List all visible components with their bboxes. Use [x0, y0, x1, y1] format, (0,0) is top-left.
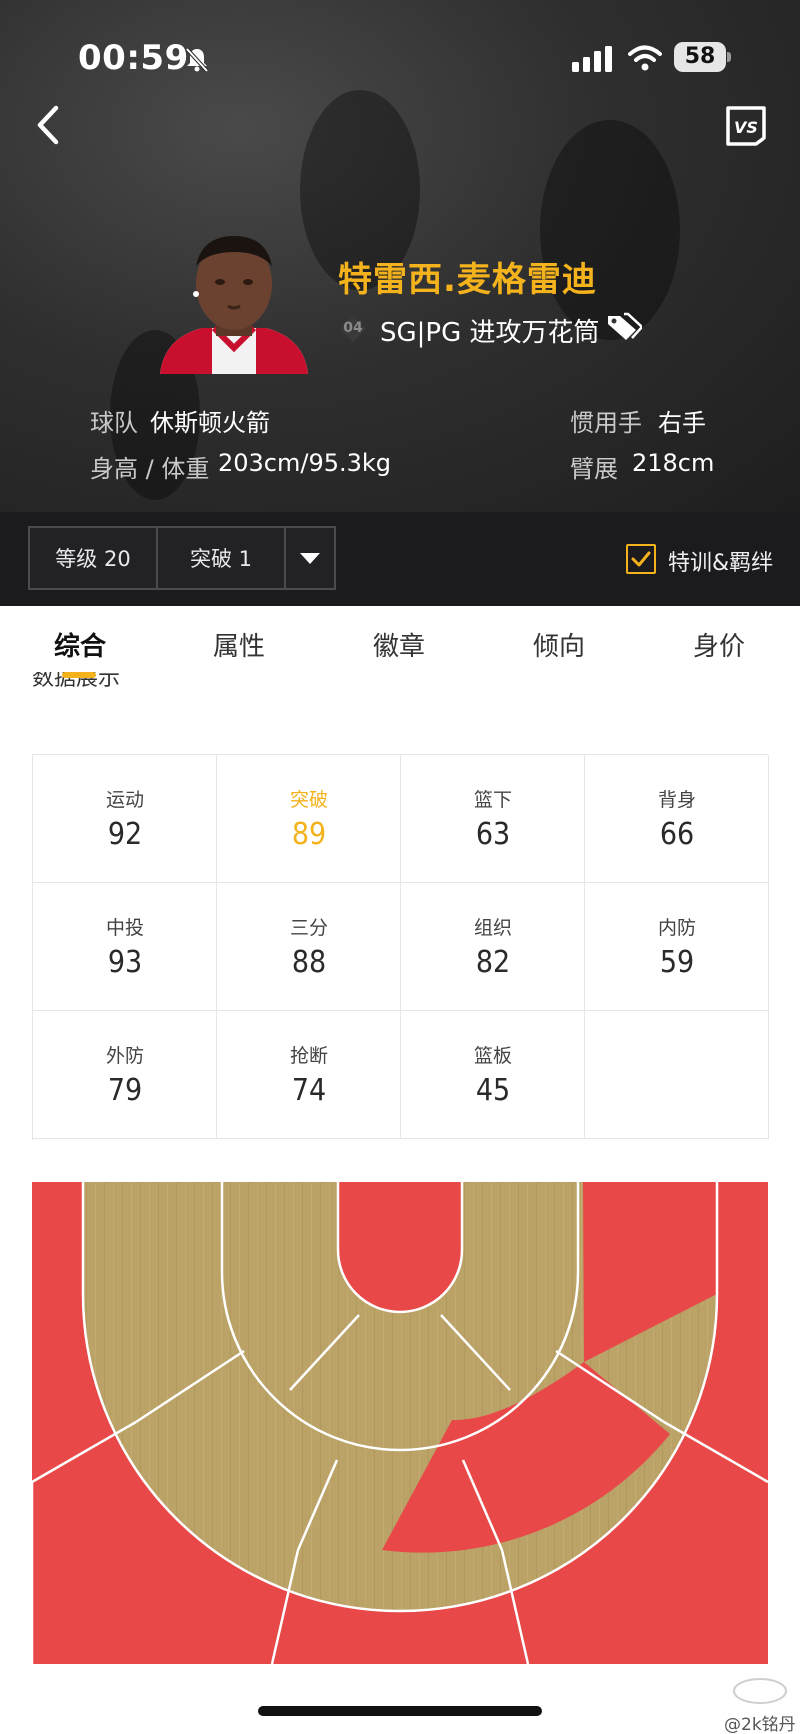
- stat-cell: 中投 93: [33, 883, 217, 1011]
- stat-label: 组织: [473, 917, 512, 939]
- watermark: @2k铭丹: [724, 1715, 796, 1734]
- cellular-signal-icon: [572, 46, 612, 72]
- stat-value: 88: [291, 945, 327, 980]
- checkmark-icon: [631, 551, 651, 567]
- wingspan-label: 臂展: [570, 455, 618, 483]
- active-tab-indicator: [62, 672, 96, 678]
- attribute-grid: 运动 92 突破 89 篮下 63 背身 66 中投 93 三分 88 组织 8…: [32, 754, 769, 1140]
- training-checkbox[interactable]: [626, 544, 656, 574]
- stat-cell: 突破 89: [217, 755, 401, 883]
- stat-value: 66: [659, 817, 695, 852]
- jersey-number: 04: [343, 320, 363, 336]
- stat-cell: 篮板 45: [401, 1011, 585, 1139]
- tag-icon[interactable]: [606, 312, 642, 342]
- height-weight-value: 203cm/95.3kg: [218, 449, 392, 477]
- stat-value: 93: [107, 945, 143, 980]
- silent-bell-icon: [185, 47, 209, 73]
- stat-cell: 外防 79: [33, 1011, 217, 1139]
- team-label: 球队: [90, 409, 138, 437]
- player-avatar: [160, 236, 308, 374]
- stat-cell: 篮下 63: [401, 755, 585, 883]
- battery-indicator: 58: [674, 42, 732, 72]
- stat-value: 92: [107, 817, 143, 852]
- status-bar: 00:59 58: [0, 0, 800, 110]
- court-zone-hot: [338, 1182, 462, 1312]
- stat-label: 外防: [105, 1045, 144, 1067]
- shot-zone-court: [32, 1182, 768, 1664]
- stat-value: 59: [659, 945, 695, 980]
- stat-cell-empty: [585, 1011, 769, 1139]
- stat-label: 中投: [105, 917, 144, 939]
- wifi-icon: [628, 45, 662, 71]
- home-indicator[interactable]: [258, 1706, 542, 1716]
- vs-icon[interactable]: VS: [724, 104, 768, 148]
- chevron-down-icon: [300, 553, 320, 564]
- player-role: SG|PG 进攻万花筒: [380, 318, 600, 348]
- player-name: 特雷西.麦格雷迪: [338, 260, 597, 300]
- tab-attributes[interactable]: 属性: [213, 626, 265, 663]
- stat-cell: 三分 88: [217, 883, 401, 1011]
- svg-text:VS: VS: [734, 118, 758, 137]
- background-silhouette: [540, 120, 680, 340]
- battery-level: 58: [684, 44, 716, 69]
- stat-value: 82: [475, 945, 511, 980]
- tab-tendencies[interactable]: 倾向: [533, 626, 585, 663]
- tab-badges[interactable]: 徽章: [373, 626, 425, 663]
- stat-label: 篮板: [473, 1045, 512, 1067]
- stat-label: 内防: [657, 917, 696, 939]
- stat-cell: 内防 59: [585, 883, 769, 1011]
- stat-cell: 组织 82: [401, 883, 585, 1011]
- training-checkbox-label[interactable]: 特训&羁绊: [668, 545, 773, 577]
- stat-label: 背身: [657, 789, 696, 811]
- stat-cell: 运动 92: [33, 755, 217, 883]
- level-selector[interactable]: 等级 20: [28, 526, 158, 590]
- stat-value: 79: [107, 1073, 143, 1108]
- stat-value: 89: [291, 817, 327, 852]
- stat-cell: 背身 66: [585, 755, 769, 883]
- team-value: 休斯顿火箭: [150, 409, 270, 437]
- stat-label: 抢断: [289, 1045, 328, 1067]
- dropdown-button[interactable]: [284, 526, 336, 590]
- watermark-logo-icon: [733, 1678, 787, 1704]
- hand-value: 右手: [658, 409, 706, 437]
- status-time: 00:59: [78, 38, 189, 78]
- breakthrough-selector[interactable]: 突破 1: [156, 526, 286, 590]
- back-arrow-icon[interactable]: [28, 100, 72, 150]
- stat-label: 运动: [105, 789, 144, 811]
- wingspan-value: 218cm: [632, 449, 715, 477]
- tab-overview[interactable]: 综合: [54, 626, 106, 663]
- stat-label: 突破: [289, 789, 328, 811]
- stat-value: 74: [291, 1073, 327, 1108]
- stat-cell: 抢断 74: [217, 1011, 401, 1139]
- stat-value: 63: [475, 817, 511, 852]
- stat-value: 45: [475, 1073, 511, 1108]
- tab-value[interactable]: 身价: [693, 626, 745, 663]
- stat-label: 三分: [289, 917, 328, 939]
- height-weight-label: 身高 / 体重: [90, 455, 210, 483]
- stat-label: 篮下: [473, 789, 512, 811]
- hand-label: 惯用手: [570, 409, 642, 437]
